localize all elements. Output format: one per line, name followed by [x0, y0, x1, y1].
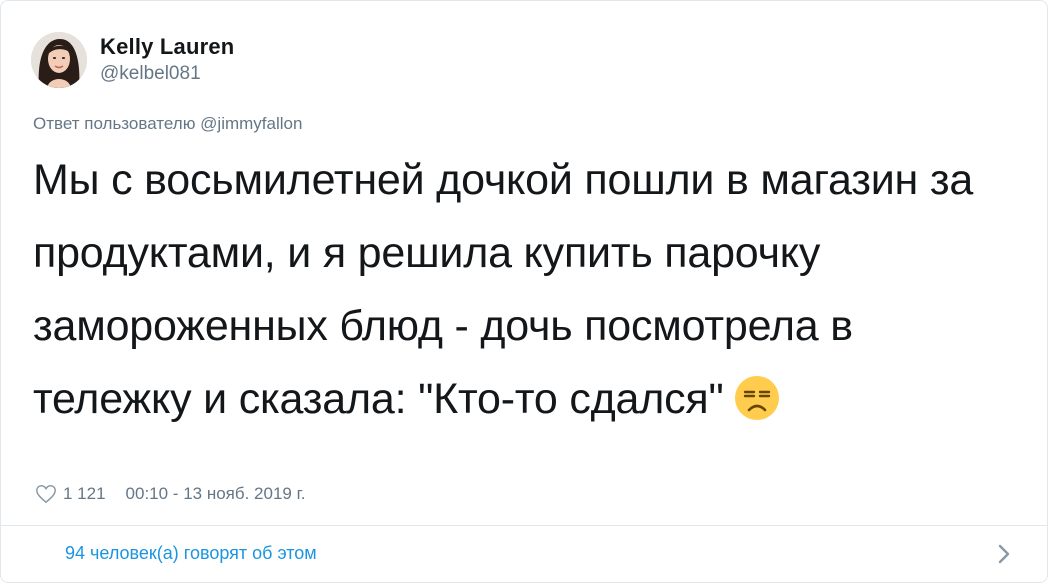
- divider: [1, 525, 1047, 526]
- avatar-image: [31, 32, 87, 88]
- tweet-card: Kelly Lauren @kelbel081 Ответ пользовате…: [0, 0, 1048, 583]
- tweet-header: Kelly Lauren @kelbel081: [31, 31, 234, 89]
- heart-icon[interactable]: [35, 483, 57, 505]
- conversation-link[interactable]: 94 человек(а) говорят об этом: [65, 543, 317, 564]
- tweet-timestamp[interactable]: 00:10 - 13 нояб. 2019 г.: [126, 484, 306, 504]
- author-names: Kelly Lauren @kelbel081: [100, 34, 234, 86]
- unamused-face-icon: [734, 376, 779, 420]
- tweet-text-body: Мы с восьмилетней дочкой пошли в магазин…: [33, 156, 974, 423]
- reply-context: Ответ пользователю @jimmyfallon: [33, 114, 303, 133]
- avatar[interactable]: [31, 32, 87, 88]
- like-count[interactable]: 1 121: [63, 484, 106, 504]
- chevron-right-icon[interactable]: [995, 541, 1013, 567]
- author-display-name[interactable]: Kelly Lauren: [100, 34, 234, 60]
- tweet-text: Мы с восьмилетней дочкой пошли в магазин…: [33, 144, 1023, 436]
- tweet-meta: 1 121 00:10 - 13 нояб. 2019 г.: [35, 483, 305, 505]
- author-handle[interactable]: @kelbel081: [100, 62, 234, 86]
